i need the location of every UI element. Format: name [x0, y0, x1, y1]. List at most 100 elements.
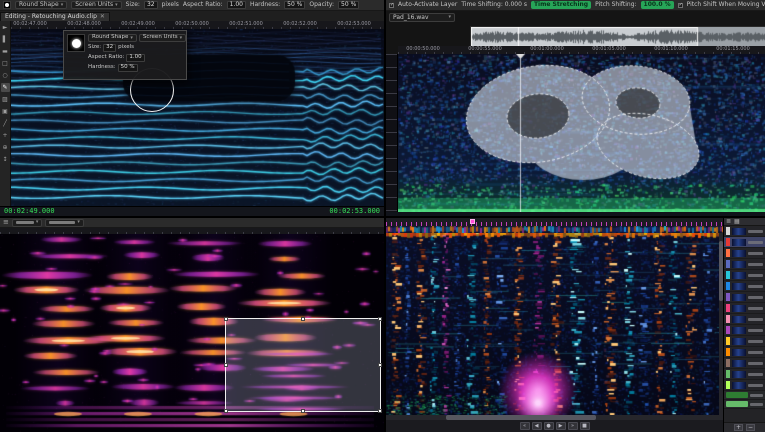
time-stretching-field[interactable]: Time Stretching	[530, 1, 592, 9]
layer-row[interactable]	[724, 226, 765, 237]
clip-selection-box[interactable]	[224, 317, 382, 413]
popup-hardness-field[interactable]: 50 %	[117, 64, 138, 72]
layer-color-chip[interactable]	[726, 315, 730, 323]
tool-lasso-selection[interactable]: ○	[1, 71, 10, 80]
popup-size-field[interactable]: 32	[103, 44, 117, 52]
layer-row[interactable]	[724, 336, 765, 347]
clip-selector[interactable]: Pad_16.wav ▾	[389, 13, 455, 22]
layer-row[interactable]	[724, 325, 765, 336]
transport-bar: «◀ ● ▶» ■	[386, 420, 723, 432]
hardness-field[interactable]: 50 %	[284, 1, 306, 9]
popup-aspect-field[interactable]: 1.00	[126, 54, 145, 62]
selection-handle-nw[interactable]	[224, 317, 228, 321]
tool-pointer[interactable]: ►	[1, 23, 10, 32]
display-options-select[interactable]: ▾	[45, 218, 84, 227]
spectrogram-canvas-multilayer[interactable]	[386, 233, 719, 415]
transport-button[interactable]: ■	[579, 422, 590, 430]
layer-color-chip[interactable]	[726, 304, 730, 312]
layer-footer-button[interactable]: +	[734, 424, 743, 431]
tool-amplify[interactable]: +	[1, 131, 10, 140]
shape-select[interactable]: Round Shape ▾	[15, 1, 68, 9]
tool-rectangle-selection[interactable]: □	[1, 59, 10, 68]
layer-color-chip[interactable]	[726, 370, 730, 378]
grid-view-icon[interactable]: ▦	[734, 218, 740, 225]
clip-selector-label: Pad_16.wav	[393, 13, 429, 21]
layers-panel-header: ≣ ▦	[724, 218, 765, 226]
layer-list	[724, 226, 765, 391]
spectrogram-canvas-transform[interactable]	[398, 54, 765, 212]
tool-hand[interactable]: ↕	[1, 155, 10, 164]
layer-color-chip[interactable]	[726, 282, 730, 290]
layer-row[interactable]	[724, 270, 765, 281]
selection-handle-se[interactable]	[378, 409, 382, 413]
pitch-vertical-checkbox[interactable]	[677, 2, 683, 8]
group-color-chip[interactable]	[726, 401, 748, 407]
layer-row[interactable]	[724, 259, 765, 270]
selection-handle-s[interactable]	[301, 409, 305, 413]
layer-color-chip[interactable]	[726, 381, 730, 389]
popup-units-select[interactable]: Screen Units ▾	[138, 34, 187, 42]
layer-color-chip[interactable]	[726, 249, 730, 257]
layer-color-chip[interactable]	[726, 348, 730, 356]
selection-handle-n[interactable]	[301, 317, 305, 321]
transport-button[interactable]: «	[519, 422, 530, 430]
layer-row[interactable]	[724, 358, 765, 369]
aspect-ratio-field[interactable]: 1.00	[226, 1, 246, 9]
time-ruler-retouch[interactable]: 00:02:47.000 00:02:48.000 00:02:49.000 00:0…	[11, 21, 384, 29]
selection-handle-sw[interactable]	[224, 409, 228, 413]
menu-icon[interactable]: ≡	[3, 219, 9, 226]
list-view-icon[interactable]: ≣	[726, 218, 731, 225]
transport-button[interactable]: »	[567, 422, 578, 430]
tool-frequency-selection[interactable]: ▬	[1, 47, 10, 56]
layer-color-chip[interactable]	[726, 227, 730, 235]
layer-row[interactable]	[724, 380, 765, 391]
ruler-label: 00:02:49.000	[121, 21, 155, 27]
time-ruler-transform[interactable]: 00:00:50.000 00:00:55.000 00:01:00.000 00:0…	[398, 46, 765, 54]
tab-close-icon[interactable]: ✕	[100, 14, 105, 20]
size-field[interactable]: 32	[143, 1, 158, 9]
layer-row[interactable]	[724, 369, 765, 380]
spectral-overview-strip[interactable]	[386, 226, 723, 233]
tool-pencil[interactable]: ╱	[1, 119, 10, 128]
transport-button[interactable]: ●	[543, 422, 554, 430]
brush-shape-preview-icon[interactable]	[3, 1, 11, 9]
layer-color-chip[interactable]	[726, 359, 730, 367]
selection-handle-e[interactable]	[378, 363, 382, 367]
tool-time-selection[interactable]: ▌	[1, 35, 10, 44]
tab-editing-retouching-audio[interactable]: Editing - Retouching Audio.clip ✕	[0, 12, 110, 21]
selection-handle-w[interactable]	[224, 363, 228, 367]
layer-footer-button[interactable]: −	[746, 424, 755, 431]
view-mode-select[interactable]: ▾	[11, 218, 43, 227]
playback-marker[interactable]	[470, 219, 475, 224]
layer-group-row[interactable]	[724, 400, 765, 409]
waveform-overview-strip[interactable]	[470, 26, 765, 48]
layer-color-chip[interactable]	[726, 326, 730, 334]
auto-activate-checkbox[interactable]	[389, 2, 394, 8]
layer-row[interactable]	[724, 281, 765, 292]
layer-row[interactable]	[724, 237, 765, 248]
pitch-value-field[interactable]: 100.0 %	[640, 1, 674, 9]
layer-color-chip[interactable]	[726, 271, 730, 279]
layer-color-chip[interactable]	[726, 293, 730, 301]
layer-row[interactable]	[724, 248, 765, 259]
layer-color-chip[interactable]	[726, 238, 730, 246]
layer-row[interactable]	[724, 314, 765, 325]
opacity-field[interactable]: 50 %	[338, 1, 360, 9]
layer-group-row[interactable]	[724, 391, 765, 400]
transport-button[interactable]: ▶	[555, 422, 566, 430]
units-select[interactable]: Screen Units ▾	[71, 1, 122, 9]
layer-color-chip[interactable]	[726, 337, 730, 345]
layer-row[interactable]	[724, 303, 765, 314]
group-color-chip[interactable]	[726, 392, 748, 398]
popup-shape-select[interactable]: Round Shape ▾	[88, 34, 137, 42]
beat-ruler[interactable]	[386, 218, 723, 226]
tool-brush[interactable]: ✎	[0, 83, 10, 92]
tool-clone-stamp[interactable]: ▣	[1, 107, 10, 116]
layer-row[interactable]	[724, 347, 765, 358]
tool-zoom[interactable]: ⊕	[1, 143, 10, 152]
selection-handle-ne[interactable]	[378, 317, 382, 321]
layer-row[interactable]	[724, 292, 765, 303]
layer-color-chip[interactable]	[726, 260, 730, 268]
transport-button[interactable]: ◀	[531, 422, 542, 430]
tool-eraser[interactable]: ▨	[1, 95, 10, 104]
